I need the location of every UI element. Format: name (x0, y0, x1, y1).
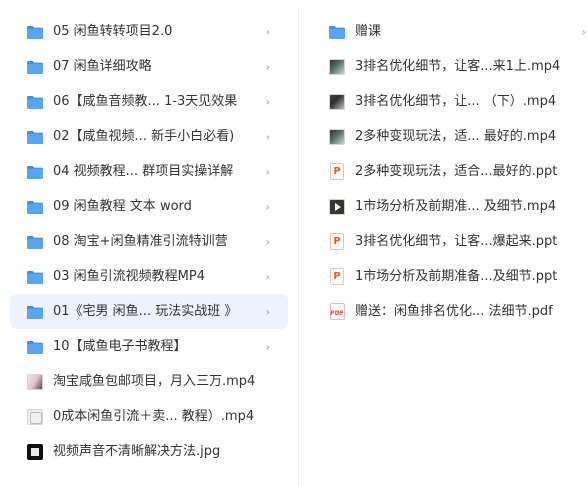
item-label: 05 闲鱼转转项目2.0 (53, 23, 173, 39)
item-label: 视频声音不清晰解决方法.jpg (53, 443, 221, 459)
folder-icon (26, 338, 44, 356)
video-thumbnail-icon (328, 128, 346, 146)
chevron-right-icon[interactable]: › (266, 95, 270, 108)
folder-item[interactable]: 05 闲鱼转转项目2.0 › (10, 14, 288, 49)
folder-item[interactable]: 赠课 › (312, 14, 586, 49)
chevron-right-icon[interactable]: › (266, 200, 270, 213)
video-thumbnail-icon (26, 408, 44, 426)
item-label: 3排名优化细节，让... （下）.mp4 (355, 93, 557, 109)
chevron-right-icon[interactable]: › (266, 60, 270, 73)
folder-item[interactable]: 08 淘宝+闲鱼精准引流特训营 › (10, 224, 288, 259)
item-label: 08 淘宝+闲鱼精准引流特训营 (53, 233, 228, 249)
item-label: 赠送：闲鱼排名优化... 法细节.pdf (355, 303, 553, 319)
folder-icon (26, 233, 44, 251)
folder-icon (26, 163, 44, 181)
folder-icon (26, 268, 44, 286)
chevron-right-icon[interactable]: › (266, 130, 270, 143)
file-item[interactable]: 淘宝咸鱼包邮项目，月入三万.mp4 (10, 364, 288, 399)
chevron-right-icon[interactable]: › (266, 270, 270, 283)
folder-item[interactable]: 06【咸鱼音频教... 1-3天见效果 › (10, 84, 288, 119)
folder-item[interactable]: 02【咸鱼视频... 新手小白必看) › (10, 119, 288, 154)
chevron-right-icon[interactable]: › (266, 25, 270, 38)
item-label: 0成本闲鱼引流＋卖... 教程）.mp4 (53, 408, 255, 424)
item-label: 10【咸鱼电子书教程】 (53, 338, 187, 354)
item-label: 3排名优化细节，让客...爆起来.ppt (355, 233, 558, 249)
chevron-right-icon[interactable]: › (266, 305, 270, 318)
ppt-file-icon: P (328, 233, 346, 251)
file-item[interactable]: 3排名优化细节，让客...来1上.mp4 (312, 49, 582, 84)
folder-icon (26, 58, 44, 76)
folder-icon (26, 128, 44, 146)
file-item[interactable]: PDF 赠送：闲鱼排名优化... 法细节.pdf (312, 294, 582, 329)
ppt-file-icon: P (328, 163, 346, 181)
file-item[interactable]: P 3排名优化细节，让客...爆起来.ppt (312, 224, 582, 259)
item-label: 2多种变现玩法，适... 最好的.mp4 (355, 128, 557, 144)
item-label: 2多种变现玩法，适合...最好的.ppt (355, 163, 558, 179)
ppt-file-icon: P (328, 268, 346, 286)
folder-icon (328, 23, 346, 41)
item-label: 01《宅男 闲鱼... 玩法实战班 》 (53, 303, 238, 319)
file-item[interactable]: 3排名优化细节，让... （下）.mp4 (312, 84, 582, 119)
video-thumbnail-icon (26, 373, 44, 391)
video-thumbnail-icon (328, 198, 346, 216)
item-label: 1市场分析及前期准备...及细节.ppt (355, 268, 558, 284)
video-thumbnail-icon (328, 58, 346, 76)
folder-icon (26, 303, 44, 321)
folder-item[interactable]: 10【咸鱼电子书教程】 › (10, 329, 288, 364)
item-label: 07 闲鱼详细攻略 (53, 58, 152, 74)
chevron-right-icon[interactable]: › (266, 340, 270, 353)
item-label: 3排名优化细节，让客...来1上.mp4 (355, 58, 561, 74)
file-item[interactable]: 2多种变现玩法，适... 最好的.mp4 (312, 119, 582, 154)
chevron-right-icon[interactable]: › (266, 235, 270, 248)
folder-item[interactable]: 09 闲鱼教程 文本 word › (10, 189, 288, 224)
item-label: 06【咸鱼音频教... 1-3天见效果 (53, 93, 238, 109)
folder-item[interactable]: 04 视频教程... 群项目实操详解 › (10, 154, 288, 189)
folder-item[interactable]: 01《宅男 闲鱼... 玩法实战班 》 › (10, 294, 288, 329)
file-item[interactable]: P 2多种变现玩法，适合...最好的.ppt (312, 154, 582, 189)
pdf-file-icon: PDF (328, 303, 346, 321)
chevron-right-icon[interactable]: › (266, 165, 270, 178)
file-item[interactable]: 视频声音不清晰解决方法.jpg (10, 434, 288, 469)
folder-item[interactable]: 07 闲鱼详细攻略 › (10, 49, 288, 84)
folder-icon (26, 23, 44, 41)
file-item[interactable]: P 1市场分析及前期准备...及细节.ppt (312, 259, 582, 294)
folder-icon (26, 198, 44, 216)
file-item[interactable]: 0成本闲鱼引流＋卖... 教程）.mp4 (10, 399, 288, 434)
folder-icon (26, 93, 44, 111)
image-thumbnail-icon (26, 443, 44, 461)
item-label: 1市场分析及前期准... 及细节.mp4 (355, 198, 557, 214)
item-label: 04 视频教程... 群项目实操详解 (53, 163, 234, 179)
item-label: 02【咸鱼视频... 新手小白必看) (53, 128, 235, 144)
item-label: 03 闲鱼引流视频教程MP4 (53, 268, 206, 284)
folder-item[interactable]: 03 闲鱼引流视频教程MP4 › (10, 259, 288, 294)
item-label: 09 闲鱼教程 文本 word (53, 198, 192, 214)
left-file-list: 05 闲鱼转转项目2.0 › 07 闲鱼详细攻略 › 06【咸鱼音频教... 1-3天见… (10, 14, 288, 469)
item-label: 淘宝咸鱼包邮项目，月入三万.mp4 (53, 373, 256, 389)
pane-divider[interactable] (298, 8, 299, 486)
file-item[interactable]: 1市场分析及前期准... 及细节.mp4 (312, 189, 582, 224)
chevron-right-icon[interactable]: › (582, 25, 586, 38)
right-file-list: 赠课 › 3排名优化细节，让客...来1上.mp4 3排名优化细节，让... （下）.… (312, 14, 586, 329)
item-label: 赠课 (355, 23, 382, 39)
video-thumbnail-icon (328, 93, 346, 111)
